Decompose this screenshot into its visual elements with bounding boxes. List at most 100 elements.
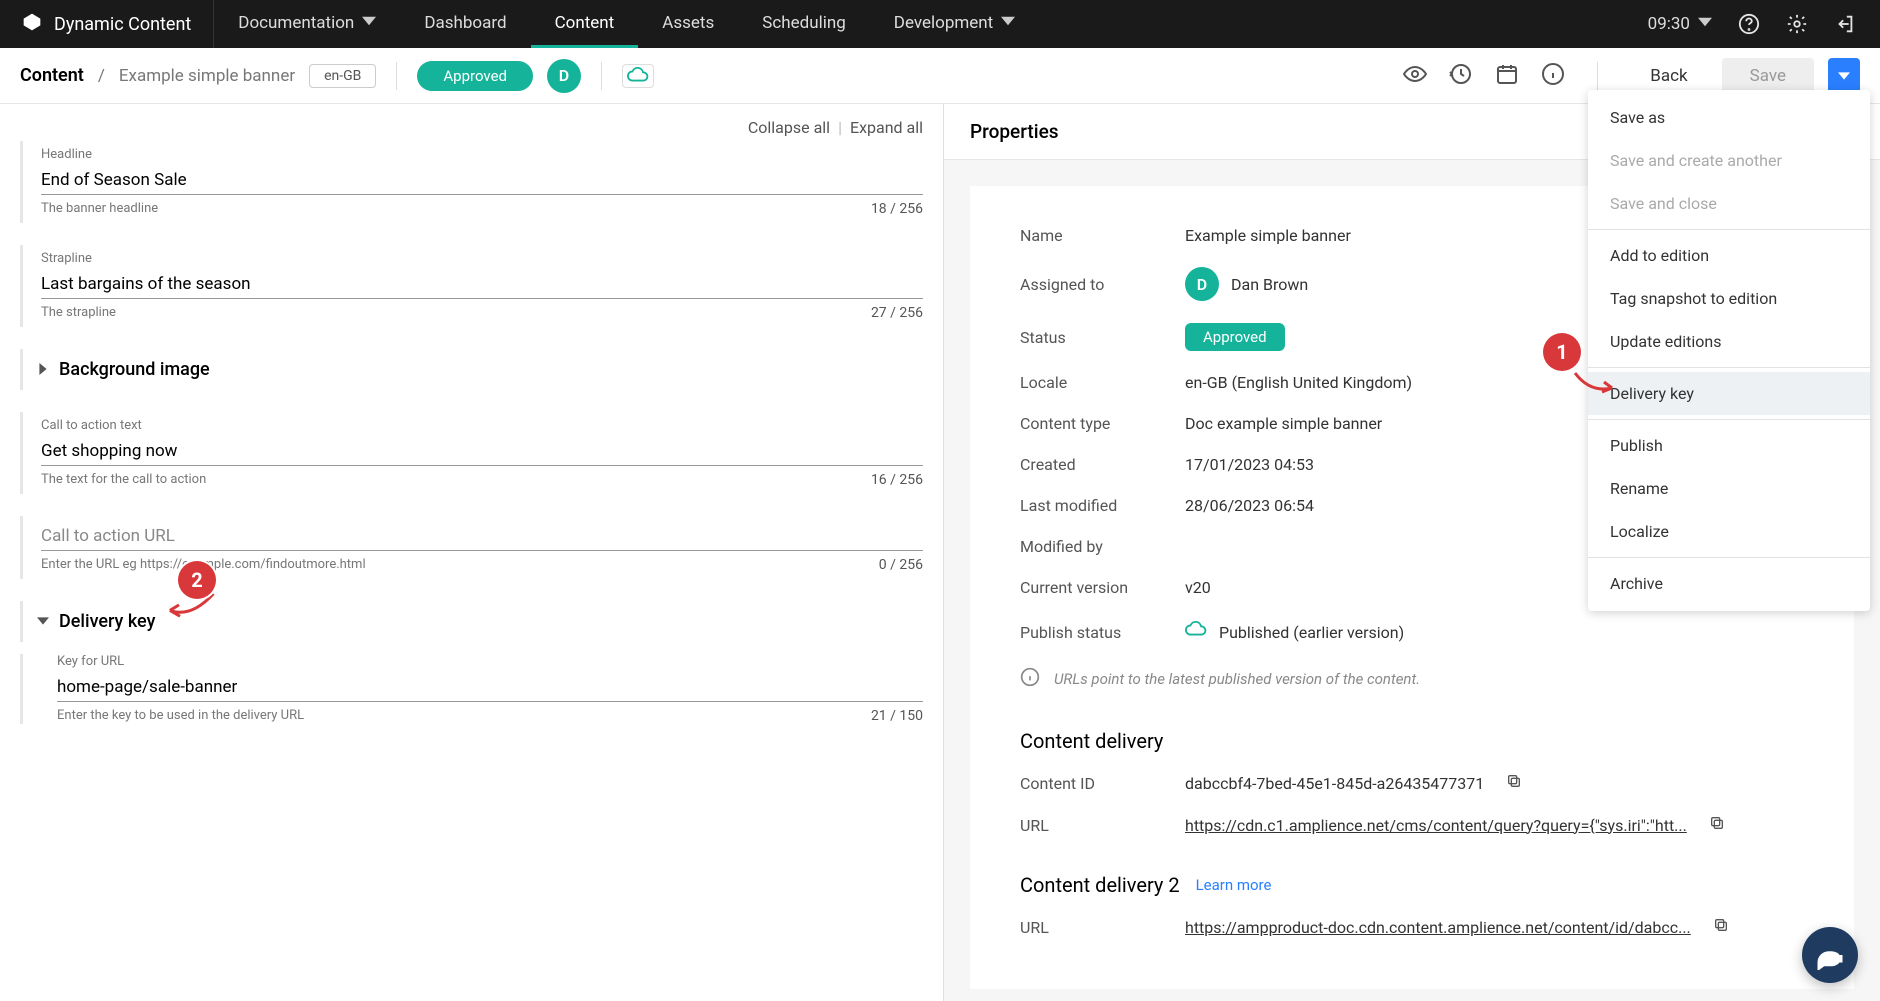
topbar: Dynamic Content Documentation Dashboard … xyxy=(0,0,1880,48)
history-icon[interactable] xyxy=(1449,62,1473,90)
cta-text-counter: 16 / 256 xyxy=(871,472,923,488)
topnav: Documentation Dashboard Content Assets S… xyxy=(214,0,1039,48)
url-value[interactable]: https://cdn.c1.amplience.net/cms/content… xyxy=(1185,816,1687,835)
chevron-down-icon xyxy=(1001,13,1015,33)
cid-value: dabccbf4-7bed-45e1-845d-a26435477371 xyxy=(1185,774,1484,793)
nav-dashboard[interactable]: Dashboard xyxy=(400,0,530,48)
nav-development[interactable]: Development xyxy=(870,0,1039,48)
menu-save-create-another: Save and create another xyxy=(1588,139,1870,182)
info-icon xyxy=(1020,667,1040,691)
calendar-icon[interactable] xyxy=(1495,62,1519,90)
brand-icon xyxy=(22,12,42,37)
avatar[interactable]: D xyxy=(547,59,581,93)
copy-icon[interactable] xyxy=(1709,815,1725,835)
info-icon[interactable] xyxy=(1541,62,1565,90)
menu-update-editions[interactable]: Update editions xyxy=(1588,320,1870,363)
status-badge: Approved xyxy=(1185,323,1285,351)
time-text: 09:30 xyxy=(1648,14,1690,34)
version-value: v20 xyxy=(1185,578,1211,597)
assignee-avatar: D xyxy=(1185,267,1219,301)
brand-text: Dynamic Content xyxy=(54,14,191,35)
name-value: Example simple banner xyxy=(1185,226,1351,245)
locale-chip[interactable]: en-GB xyxy=(309,64,376,88)
cta-url-counter: 0 / 256 xyxy=(879,557,923,573)
nav-documentation[interactable]: Documentation xyxy=(214,0,400,48)
assigned-label: Assigned to xyxy=(1020,275,1185,294)
form-column: Collapse all | Expand all Headline The b… xyxy=(0,104,944,1001)
nav-content[interactable]: Content xyxy=(531,0,639,48)
nav-dashboard-label: Dashboard xyxy=(424,13,506,33)
field-cta-text: Call to action text The text for the cal… xyxy=(20,412,923,494)
dk-field-label: Key for URL xyxy=(57,654,923,669)
nav-development-label: Development xyxy=(894,13,993,33)
chat-fab[interactable] xyxy=(1802,927,1858,983)
logout-icon[interactable] xyxy=(1834,13,1856,35)
form-toolbar: Collapse all | Expand all xyxy=(20,118,923,137)
cid-label: Content ID xyxy=(1020,774,1185,793)
field-strapline: Strapline The strapline27 / 256 xyxy=(20,245,923,327)
section-delivery-key[interactable]: Delivery key xyxy=(20,601,923,642)
back-button[interactable]: Back xyxy=(1630,58,1707,94)
copy-icon[interactable] xyxy=(1713,917,1729,937)
nav-assets[interactable]: Assets xyxy=(638,0,738,48)
nav-content-label: Content xyxy=(555,13,615,33)
status-label: Status xyxy=(1020,328,1185,347)
locale-value: en-GB (English United Kingdom) xyxy=(1185,373,1412,392)
publish-status-icon[interactable] xyxy=(622,64,654,88)
strapline-counter: 27 / 256 xyxy=(871,305,923,321)
save-button[interactable]: Save xyxy=(1722,58,1814,94)
type-value: Doc example simple banner xyxy=(1185,414,1382,433)
breadcrumb-root[interactable]: Content xyxy=(20,65,84,86)
copy-icon[interactable] xyxy=(1506,773,1522,793)
strapline-input[interactable] xyxy=(41,270,923,299)
menu-localize[interactable]: Localize xyxy=(1588,510,1870,553)
time[interactable]: 09:30 xyxy=(1648,14,1712,34)
eye-icon[interactable] xyxy=(1403,62,1427,90)
chevron-right-icon xyxy=(37,359,49,380)
cta-url-input[interactable] xyxy=(41,522,923,551)
save-dropdown: Save as Save and create another Save and… xyxy=(1588,90,1870,611)
cta-text-input[interactable] xyxy=(41,437,923,466)
assigned-value: Dan Brown xyxy=(1231,275,1308,294)
learn-more-link[interactable]: Learn more xyxy=(1196,876,1272,894)
cloud-icon xyxy=(1185,619,1207,645)
save-dropdown-toggle[interactable] xyxy=(1828,58,1860,93)
field-cta-url: Enter the URL eg https://example.com/fin… xyxy=(20,516,923,579)
menu-rename[interactable]: Rename xyxy=(1588,467,1870,510)
menu-publish[interactable]: Publish xyxy=(1588,424,1870,467)
name-label: Name xyxy=(1020,226,1185,245)
callout-1-arrow xyxy=(1570,368,1620,398)
menu-archive[interactable]: Archive xyxy=(1588,562,1870,605)
modified-label: Last modified xyxy=(1020,496,1185,515)
delivery-key-input[interactable] xyxy=(57,673,923,702)
created-label: Created xyxy=(1020,455,1185,474)
type-label: Content type xyxy=(1020,414,1185,433)
help-icon[interactable] xyxy=(1738,13,1760,35)
headline-helper: The banner headline xyxy=(41,201,158,217)
chevron-down-icon xyxy=(37,611,49,632)
url2-value[interactable]: https://ampproduct-doc.cdn.content.ampli… xyxy=(1185,918,1691,937)
menu-delivery-key[interactable]: Delivery key xyxy=(1588,372,1870,415)
menu-tag-snapshot[interactable]: Tag snapshot to edition xyxy=(1588,277,1870,320)
menu-add-to-edition[interactable]: Add to edition xyxy=(1588,234,1870,277)
headline-counter: 18 / 256 xyxy=(871,201,923,217)
collapse-all[interactable]: Collapse all xyxy=(748,118,830,137)
chevron-down-icon xyxy=(362,13,376,33)
status-pill[interactable]: Approved xyxy=(417,61,533,91)
section-background-image[interactable]: Background image xyxy=(20,349,923,390)
cta-text-helper: The text for the call to action xyxy=(41,472,206,488)
delivery-key-title: Delivery key xyxy=(59,611,155,632)
pubstatus-label: Publish status xyxy=(1020,623,1185,642)
dk-helper: Enter the key to be used in the delivery… xyxy=(57,708,304,724)
expand-all[interactable]: Expand all xyxy=(850,118,923,137)
content-delivery-2-title: Content delivery 2 Learn more xyxy=(1020,873,1804,897)
headline-input[interactable] xyxy=(41,166,923,195)
headline-label: Headline xyxy=(41,147,923,162)
content-delivery-title: Content delivery xyxy=(1020,729,1804,753)
info-text: URLs point to the latest published versi… xyxy=(1054,670,1420,688)
nav-scheduling[interactable]: Scheduling xyxy=(738,0,870,48)
chevron-down-icon xyxy=(1698,14,1712,34)
gear-icon[interactable] xyxy=(1786,13,1808,35)
menu-save-as[interactable]: Save as xyxy=(1588,96,1870,139)
brand: Dynamic Content xyxy=(0,0,213,48)
